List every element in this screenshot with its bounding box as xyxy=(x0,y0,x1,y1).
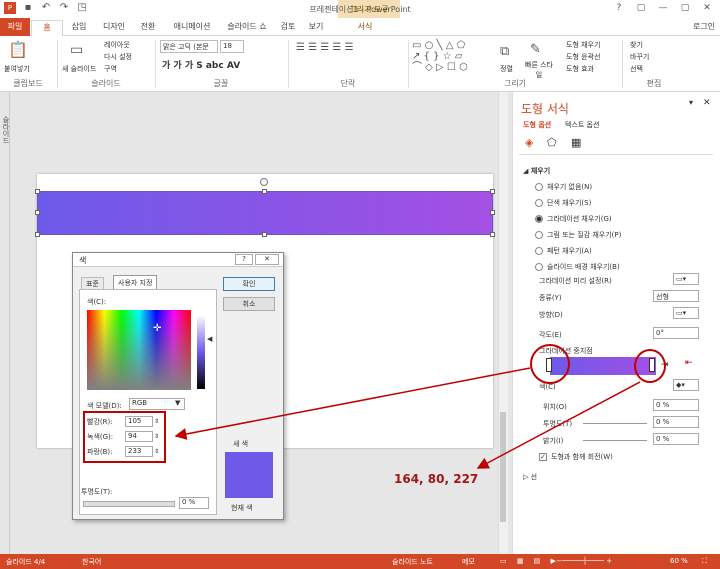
arrow-to-rgb xyxy=(174,367,531,440)
notes-button[interactable]: 슬라이드 노트 xyxy=(392,557,433,567)
arrow-to-annotation xyxy=(476,381,641,469)
language-indicator[interactable]: 한국어 xyxy=(82,557,101,567)
fit-slide-icon[interactable]: ⛶ xyxy=(702,557,707,566)
comments-button[interactable]: 메모 xyxy=(462,557,475,567)
view-buttons[interactable]: ▭ ▦ ▤ ▶ xyxy=(500,557,560,565)
status-bar: 슬라이드 4/4 한국어 슬라이드 노트 메모 ▭ ▦ ▤ ▶ −─────┼─… xyxy=(0,554,720,569)
annotation-arrows xyxy=(174,367,641,469)
zoom-slider[interactable]: −─────┼──── + xyxy=(556,557,612,565)
slide-counter: 슬라이드 4/4 xyxy=(6,558,46,566)
annotation-rgb-text: 164, 80, 227 xyxy=(394,472,479,486)
zoom-level[interactable]: 60 % xyxy=(670,557,688,565)
